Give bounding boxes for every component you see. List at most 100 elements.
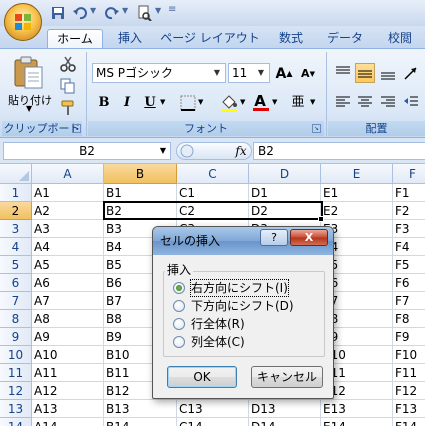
grid-cell[interactable]: A9 (32, 328, 104, 346)
row-header[interactable]: 1 (0, 184, 32, 202)
borders-dropdown-icon[interactable]: ▼ (198, 98, 203, 106)
row-header[interactable]: 10 (0, 346, 32, 364)
row-header[interactable]: 14 (0, 418, 32, 426)
align-right-icon[interactable] (379, 93, 397, 111)
grid-cell[interactable]: B13 (104, 400, 177, 418)
grid-cell[interactable]: A10 (32, 346, 104, 364)
close-button[interactable]: X (290, 229, 328, 246)
row-header[interactable]: 13 (0, 400, 32, 418)
grid-cell[interactable]: A4 (32, 238, 104, 256)
grid-cell[interactable]: A7 (32, 292, 104, 310)
grid-cell[interactable]: A11 (32, 364, 104, 382)
column-header-b[interactable]: B (104, 164, 177, 184)
grid-cell[interactable]: D2 (249, 202, 321, 220)
orientation-icon[interactable] (402, 64, 420, 82)
font-color-dropdown-icon[interactable]: ▼ (272, 98, 277, 106)
radio-unselected[interactable] (173, 300, 185, 312)
grid-cell[interactable]: A5 (32, 256, 104, 274)
grid-cell[interactable]: F12 (393, 382, 425, 400)
save-icon[interactable] (50, 5, 66, 21)
bold-button[interactable]: B (94, 92, 114, 112)
grid-cell[interactable]: A3 (32, 220, 104, 238)
grid-cell[interactable]: C14 (177, 418, 249, 426)
align-left-icon[interactable] (334, 93, 352, 111)
grid-cell[interactable]: F6 (393, 274, 425, 292)
grid-cell[interactable]: C13 (177, 400, 249, 418)
grid-cell[interactable]: F11 (393, 364, 425, 382)
align-middle-button[interactable] (355, 63, 375, 83)
grow-font-button[interactable]: A▲ (274, 63, 294, 83)
copy-icon[interactable] (60, 78, 76, 94)
grid-cell[interactable]: E13 (321, 400, 393, 418)
row-header[interactable]: 8 (0, 310, 32, 328)
format-painter-icon[interactable] (60, 100, 76, 116)
grid-cell[interactable]: F8 (393, 310, 425, 328)
row-header[interactable]: 3 (0, 220, 32, 238)
grid-cell[interactable]: F2 (393, 202, 425, 220)
decrease-indent-icon[interactable] (402, 93, 420, 111)
grid-cell[interactable]: D1 (249, 184, 321, 202)
font-color-button[interactable]: A (250, 90, 270, 110)
tab-home[interactable]: ホーム (47, 29, 103, 49)
grid-cell[interactable]: B1 (104, 184, 177, 202)
tab-review[interactable]: 校閲 (378, 29, 422, 49)
grid-cell[interactable]: F13 (393, 400, 425, 418)
column-header-e[interactable]: E (321, 164, 393, 184)
grid-cell[interactable]: F14 (393, 418, 425, 426)
grid-cell[interactable]: F9 (393, 328, 425, 346)
grid-cell[interactable]: A12 (32, 382, 104, 400)
row-header[interactable]: 9 (0, 328, 32, 346)
row-header[interactable]: 11 (0, 364, 32, 382)
row-header[interactable]: 6 (0, 274, 32, 292)
borders-icon[interactable] (180, 95, 196, 111)
fill-color-icon[interactable] (220, 94, 238, 112)
undo-icon[interactable] (72, 5, 88, 21)
grid-cell[interactable]: F3 (393, 220, 425, 238)
customize-toolbar-icon[interactable]: ≡ (168, 4, 178, 20)
grid-cell[interactable]: F4 (393, 238, 425, 256)
align-top-icon[interactable] (334, 64, 352, 82)
row-header[interactable]: 2 (0, 202, 32, 220)
row-header[interactable]: 12 (0, 382, 32, 400)
tab-formulas[interactable]: 数式 (268, 29, 314, 49)
column-header-a[interactable]: A (32, 164, 104, 184)
print-preview-icon[interactable] (136, 5, 152, 21)
formula-handle-icon[interactable] (180, 144, 194, 158)
radio-unselected[interactable] (173, 336, 185, 348)
radio-unselected[interactable] (173, 318, 185, 330)
fill-handle[interactable] (318, 216, 324, 222)
column-header-c[interactable]: C (177, 164, 249, 184)
shrink-font-button[interactable]: A▼ (298, 63, 318, 83)
grid-cell[interactable]: A6 (32, 274, 104, 292)
grid-cell[interactable]: C2 (177, 202, 249, 220)
grid-cell[interactable]: E14 (321, 418, 393, 426)
redo-dropdown-icon[interactable]: ▼ (122, 6, 128, 15)
undo-dropdown-icon[interactable]: ▼ (90, 6, 96, 15)
grid-cell[interactable]: A2 (32, 202, 104, 220)
grid-cell[interactable]: F10 (393, 346, 425, 364)
grid-cell[interactable]: B2 (104, 202, 177, 220)
radio-selected[interactable] (173, 282, 185, 294)
underline-button[interactable]: U (140, 92, 160, 112)
row-header[interactable]: 5 (0, 256, 32, 274)
grid-cell[interactable]: A14 (32, 418, 104, 426)
italic-button[interactable]: I (117, 92, 137, 112)
grid-cell[interactable]: A8 (32, 310, 104, 328)
tab-insert[interactable]: 挿入 (108, 29, 152, 49)
grid-cell[interactable]: F7 (393, 292, 425, 310)
font-name-dropdown[interactable]: MS Pゴシック ▼ (92, 63, 226, 83)
row-header[interactable]: 7 (0, 292, 32, 310)
row-header[interactable]: 4 (0, 238, 32, 256)
cancel-button[interactable]: キャンセル (251, 366, 323, 388)
font-launcher-icon[interactable]: ↘ (312, 124, 321, 133)
grid-cell[interactable]: C1 (177, 184, 249, 202)
grid-cell[interactable]: D13 (249, 400, 321, 418)
phonetic-button[interactable]: 亜 (288, 92, 308, 112)
align-center-icon[interactable] (356, 93, 374, 111)
phonetic-dropdown-icon[interactable]: ▼ (310, 98, 315, 106)
insert-function-button[interactable]: fx (232, 142, 250, 160)
grid-cell[interactable]: E2 (321, 202, 393, 220)
office-button[interactable] (4, 3, 42, 41)
name-box-dropdown-icon[interactable]: ▼ (156, 143, 170, 159)
underline-dropdown-icon[interactable]: ▼ (160, 98, 165, 106)
